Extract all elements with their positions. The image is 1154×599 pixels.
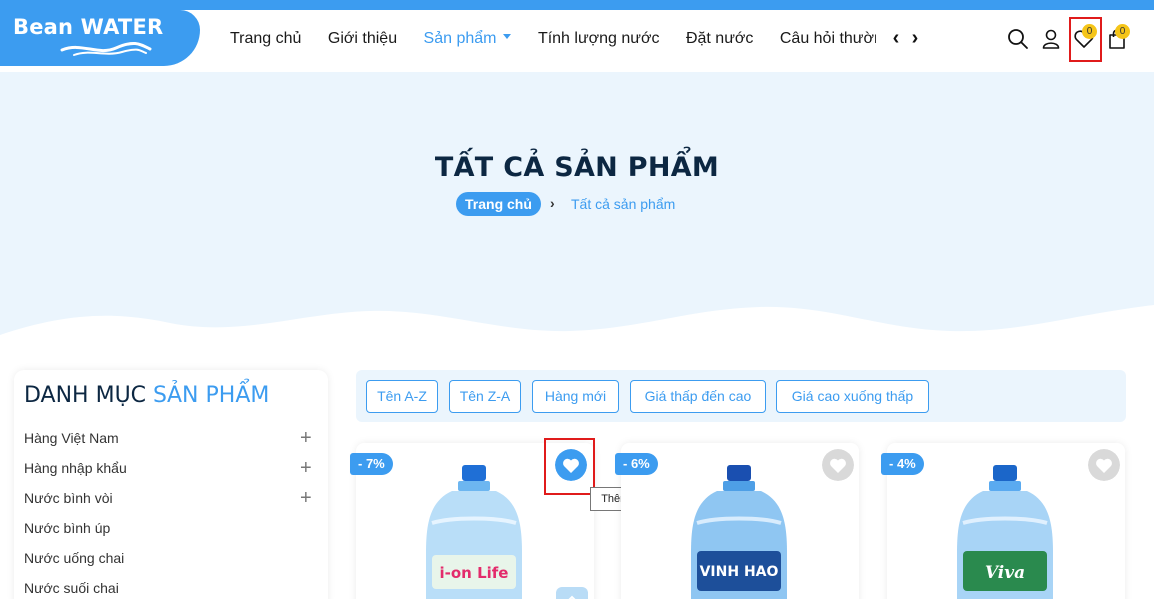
nav-item-products[interactable]: Sản phẩm bbox=[424, 29, 512, 49]
sort-bar: Tên A-Z Tên Z-A Hàng mới Giá thấp đến ca… bbox=[356, 370, 1126, 422]
main-nav: Trang chủ Giới thiệu Sản phẩm Tính lượng… bbox=[230, 29, 876, 51]
sort-newest-button[interactable]: Hàng mới bbox=[532, 380, 619, 413]
sidebar-item-nuoc-binh-voi[interactable]: Nước bình vòi bbox=[24, 490, 113, 506]
nav-item-water-calculator[interactable]: Tính lượng nước bbox=[538, 29, 660, 49]
scroll-top-icon[interactable] bbox=[556, 587, 588, 599]
nav-item-products-label: Sản phẩm bbox=[423, 30, 497, 47]
site-header: Bean WATER Trang chủ Giới thiệu Sản phẩm… bbox=[0, 10, 1154, 72]
sidebar-title: DANH MỤC SẢN PHẨM bbox=[24, 383, 269, 408]
top-accent-strip bbox=[0, 0, 1154, 10]
product-image-water-jug: VINH HAO bbox=[691, 465, 787, 599]
product-card[interactable]: - 4% Viva bbox=[881, 443, 1125, 599]
expand-icon[interactable]: + bbox=[300, 458, 312, 478]
product-brand-label: Viva bbox=[985, 563, 1025, 583]
logo-wave-icon bbox=[60, 41, 152, 56]
expand-icon[interactable]: + bbox=[300, 488, 312, 508]
chevron-left-icon[interactable]: ‹ bbox=[889, 27, 903, 49]
banner-bottom-wave bbox=[0, 305, 1154, 345]
sidebar-item-nuoc-uong-chai[interactable]: Nước uống chai bbox=[24, 550, 124, 566]
discount-badge: - 4% bbox=[881, 453, 924, 475]
highlight-box-wishlist bbox=[1069, 17, 1102, 62]
logo-text: Bean WATER bbox=[13, 15, 164, 39]
discount-badge: - 6% bbox=[615, 453, 658, 475]
sidebar-item-hang-nhap-khau[interactable]: Hàng nhập khẩu bbox=[24, 460, 127, 476]
expand-icon[interactable]: + bbox=[300, 428, 312, 448]
nav-item-about[interactable]: Giới thiệu bbox=[328, 29, 397, 49]
product-card[interactable]: - 6% VINH HAO bbox=[615, 443, 859, 599]
sidebar-item-nuoc-suoi-chai[interactable]: Nước suối chai bbox=[24, 580, 119, 596]
breadcrumb-current: Tất cả sản phẩm bbox=[571, 196, 676, 212]
product-brand-label: VINH HAO bbox=[700, 564, 779, 580]
chevron-right-icon[interactable]: › bbox=[908, 27, 922, 49]
sidebar-title-accent: SẢN PHẨM bbox=[153, 383, 270, 408]
sidebar-item-hang-viet-nam[interactable]: Hàng Việt Nam bbox=[24, 430, 119, 446]
page-title: TẤT CẢ SẢN PHẨM bbox=[434, 152, 720, 183]
sidebar-item-nuoc-binh-up[interactable]: Nước bình úp bbox=[24, 520, 110, 536]
sort-name-asc-button[interactable]: Tên A-Z bbox=[366, 380, 438, 413]
user-icon[interactable] bbox=[1040, 28, 1062, 50]
highlight-box-product-wishlist bbox=[544, 438, 595, 495]
nav-item-home[interactable]: Trang chủ bbox=[230, 29, 301, 49]
nav-item-faq[interactable]: Câu hỏi thường gặp bbox=[780, 29, 876, 49]
product-image-water-jug: Viva bbox=[957, 465, 1053, 599]
category-sidebar: DANH MỤC SẢN PHẨM Hàng Việt Nam + Hàng n… bbox=[14, 370, 328, 599]
breadcrumb-home[interactable]: Trang chủ bbox=[456, 192, 541, 216]
caret-down-icon bbox=[503, 34, 512, 40]
search-icon[interactable] bbox=[1007, 28, 1029, 50]
sidebar-title-main: DANH MỤC bbox=[24, 383, 147, 408]
sort-price-asc-button[interactable]: Giá thấp đến cao bbox=[630, 380, 766, 413]
product-image-water-jug: i-on Life bbox=[426, 465, 522, 599]
wishlist-heart-icon[interactable] bbox=[1088, 449, 1120, 481]
logo[interactable]: Bean WATER bbox=[0, 10, 200, 66]
sort-name-desc-button[interactable]: Tên Z-A bbox=[449, 380, 521, 413]
sort-price-desc-button[interactable]: Giá cao xuống thấp bbox=[776, 380, 929, 413]
cart-count-badge: 0 bbox=[1115, 24, 1130, 39]
product-brand-label: i-on Life bbox=[440, 564, 509, 582]
discount-badge: - 7% bbox=[350, 453, 393, 475]
wishlist-heart-icon[interactable] bbox=[822, 449, 854, 481]
nav-item-order-water[interactable]: Đặt nước bbox=[686, 29, 753, 49]
breadcrumb-separator: › bbox=[550, 195, 555, 211]
